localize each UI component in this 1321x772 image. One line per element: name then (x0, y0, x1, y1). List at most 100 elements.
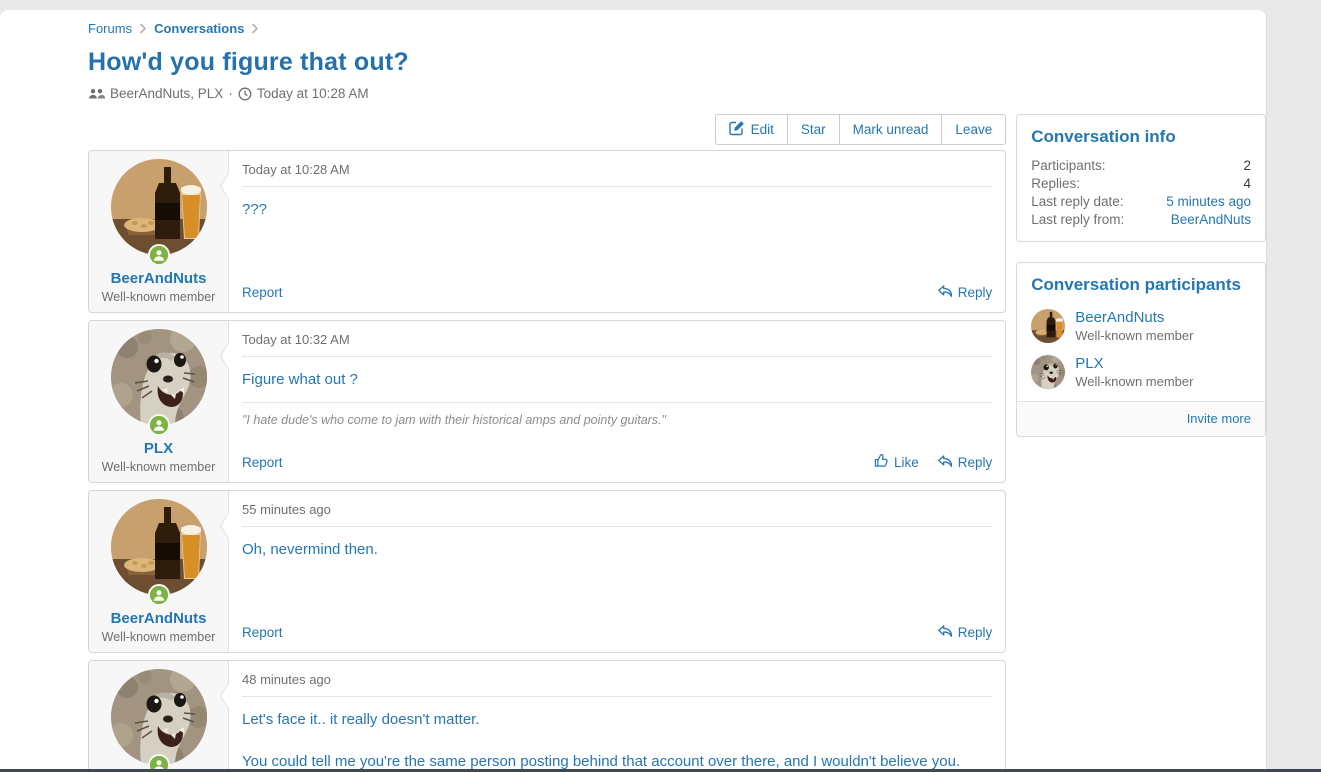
like-link[interactable]: Like (874, 453, 919, 471)
invite-more-link[interactable]: Invite more (1187, 411, 1251, 426)
leave-button[interactable]: Leave (941, 114, 1006, 145)
breadcrumb-forums[interactable]: Forums (88, 21, 132, 36)
message-content: 48 minutes ago Let's face it.. it really… (229, 661, 1005, 772)
divider (242, 526, 992, 527)
chevron-right-icon (251, 23, 259, 34)
reply-arrow-icon (937, 624, 953, 641)
participant-name[interactable]: PLX (1075, 355, 1193, 372)
message-author-role: Well-known member (89, 630, 228, 644)
report-link[interactable]: Report (242, 285, 283, 300)
message-author[interactable]: PLX (89, 440, 228, 457)
participants-panel: Conversation participants BeerAndNuts We… (1016, 262, 1266, 437)
message-timestamp[interactable]: Today at 10:32 AM (242, 332, 992, 347)
message-content: Today at 10:28 AM ??? Report Reply (229, 151, 1005, 312)
avatar[interactable] (111, 499, 207, 595)
info-label: Last reply from: (1031, 211, 1124, 229)
conversation-info-rows: Participants: 2 Replies: 4 Last reply da… (1017, 155, 1265, 241)
edit-button[interactable]: Edit (715, 114, 788, 145)
message-paragraph: Figure what out ? (242, 370, 992, 390)
reply-link[interactable]: Reply (937, 284, 993, 301)
breadcrumb-conversations[interactable]: Conversations (154, 21, 244, 36)
message-user-cell: BeerAndNuts Well-known member (89, 151, 229, 312)
report-link[interactable]: Report (242, 455, 283, 470)
participant-row: BeerAndNuts Well-known member (1017, 303, 1265, 349)
avatar[interactable] (111, 329, 207, 425)
message-paragraph: Oh, nevermind then. (242, 540, 992, 560)
message: BeerAndNuts Well-known member 55 minutes… (88, 490, 1006, 653)
members-icon (88, 88, 105, 100)
message-user-cell: PLX Well-known member (89, 661, 229, 772)
message-paragraph: ??? (242, 200, 992, 220)
edit-pencil-icon (729, 120, 745, 139)
message-user-cell: PLX Well-known member (89, 321, 229, 482)
message-author[interactable]: BeerAndNuts (89, 610, 228, 627)
reply-link-label: Reply (958, 455, 993, 470)
leave-button-label: Leave (955, 122, 992, 137)
divider (242, 696, 992, 697)
sidebar: Conversation info Participants: 2 Replie… (1016, 114, 1266, 457)
message-body: Oh, nevermind then. (242, 540, 992, 560)
mark-unread-button[interactable]: Mark unread (839, 114, 943, 145)
signature-text: "I hate dude's who come to jam with thei… (242, 413, 992, 427)
like-link-label: Like (894, 455, 919, 470)
divider (242, 186, 992, 187)
message-author[interactable]: BeerAndNuts (89, 270, 228, 287)
page-container: Forums Conversations How'd you figure th… (0, 10, 1267, 772)
thread-start-date: Today at 10:28 AM (257, 86, 369, 101)
message-content: Today at 10:32 AM Figure what out ? "I h… (229, 321, 1005, 482)
info-row: Last reply date: 5 minutes ago (1031, 193, 1251, 211)
message-timestamp[interactable]: Today at 10:28 AM (242, 162, 992, 177)
message-actions: Report Reply (242, 624, 992, 641)
page-title: How'd you figure that out? (88, 48, 1266, 77)
avatar[interactable] (1031, 309, 1065, 343)
info-row: Participants: 2 (1031, 157, 1251, 175)
reply-link[interactable]: Reply (937, 624, 993, 641)
message-actions: Report Like Reply (242, 453, 992, 471)
info-value: 2 (1243, 157, 1251, 175)
edit-button-label: Edit (751, 122, 774, 137)
message-author-role: Well-known member (89, 460, 228, 474)
reply-link[interactable]: Reply (937, 453, 993, 471)
participants-panel-title: Conversation participants (1017, 263, 1265, 303)
reply-arrow-icon (937, 454, 953, 471)
message-body: Let's face it.. it really doesn't matter… (242, 710, 992, 772)
participant-row: PLX Well-known member (1017, 349, 1265, 401)
avatar[interactable] (111, 159, 207, 255)
star-button[interactable]: Star (787, 114, 840, 145)
meta-separator: · (228, 86, 233, 101)
info-value: BeerAndNuts (1171, 211, 1251, 229)
clock-icon (238, 87, 252, 101)
participant-role: Well-known member (1075, 374, 1193, 389)
info-row: Last reply from: BeerAndNuts (1031, 211, 1251, 229)
online-status-icon (148, 414, 170, 436)
info-row: Replies: 4 (1031, 175, 1251, 193)
message-user-cell: BeerAndNuts Well-known member (89, 491, 229, 652)
online-status-icon (148, 584, 170, 606)
message-list: BeerAndNuts Well-known member Today at 1… (88, 150, 1006, 772)
info-label: Last reply date: (1031, 193, 1123, 211)
message: BeerAndNuts Well-known member Today at 1… (88, 150, 1006, 313)
message-timestamp[interactable]: 55 minutes ago (242, 502, 992, 517)
star-button-label: Star (801, 122, 826, 137)
message-body: Figure what out ? (242, 370, 992, 390)
thumbs-up-icon (874, 453, 889, 471)
reply-link-label: Reply (958, 625, 993, 640)
avatar[interactable] (111, 669, 207, 765)
message-content: 55 minutes ago Oh, nevermind then. Repor… (229, 491, 1005, 652)
participants-list: BeerAndNuts Well-known member PLX Well-k… (1017, 303, 1265, 401)
reply-arrow-icon (937, 284, 953, 301)
thread-meta: BeerAndNuts, PLX · Today at 10:28 AM (88, 86, 1266, 101)
message-body: ??? (242, 200, 992, 220)
message-timestamp[interactable]: 48 minutes ago (242, 672, 992, 687)
online-status-icon (148, 244, 170, 266)
report-link[interactable]: Report (242, 625, 283, 640)
info-label: Participants: (1031, 157, 1105, 175)
conversation-info-panel: Conversation info Participants: 2 Replie… (1016, 114, 1266, 242)
avatar[interactable] (1031, 355, 1065, 389)
breadcrumb: Forums Conversations (88, 21, 1266, 36)
message-actions: Report Reply (242, 284, 992, 301)
participant-name[interactable]: BeerAndNuts (1075, 309, 1193, 326)
reply-link-label: Reply (958, 285, 993, 300)
info-value: 5 minutes ago (1166, 193, 1251, 211)
mark-unread-button-label: Mark unread (853, 122, 929, 137)
